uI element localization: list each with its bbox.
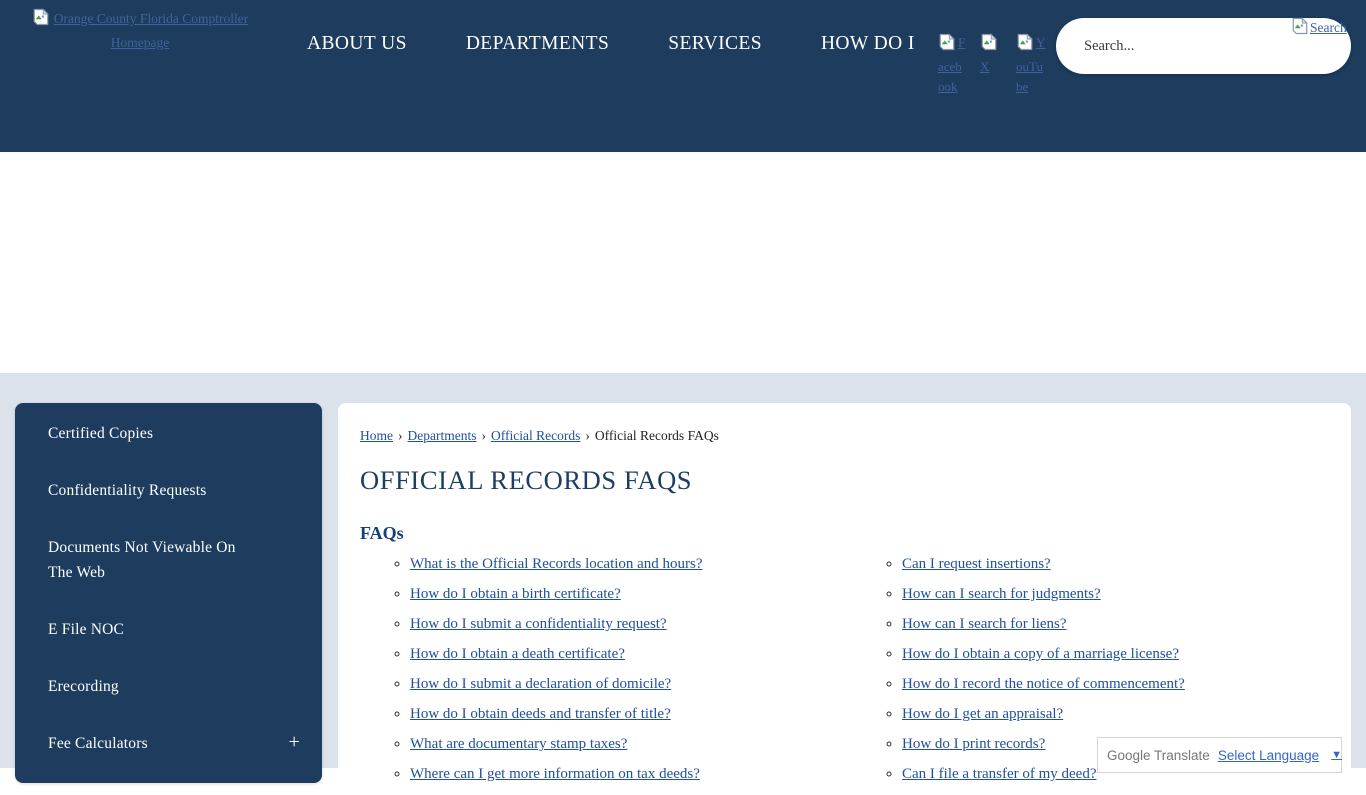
faq-link[interactable]: Where can I get more information on tax … (410, 766, 700, 782)
faq-link[interactable]: How do I print records? (902, 736, 1045, 752)
faq-link[interactable]: Can I request insertions? (902, 556, 1051, 572)
expand-plus-icon[interactable]: + (289, 731, 300, 753)
facebook-icon[interactable]: Facebook (938, 33, 967, 97)
faq-list-item: How do I record the notice of commenceme… (902, 675, 1329, 693)
main-nav: ABOUT US DEPARTMENTS SERVICES HOW DO I (307, 33, 915, 55)
social-links: Facebook X YouTube (938, 33, 1046, 97)
google-translate-label: Google Translate (1107, 748, 1210, 763)
sidebar-item-e-file-noc[interactable]: E File NOC (15, 601, 322, 658)
faq-column-left: What is the Official Records location an… (360, 555, 852, 795)
breadcrumb-separator: › (481, 428, 486, 443)
search-button[interactable]: Search (1291, 17, 1347, 39)
nav-item-services[interactable]: SERVICES (668, 33, 762, 55)
sidebar-item-erecording[interactable]: Erecording (15, 658, 322, 715)
search-input[interactable] (1082, 18, 1312, 74)
sidebar-item-label: E File NOC (48, 617, 124, 642)
breadcrumb-link-departments[interactable]: Departments (408, 428, 477, 443)
faq-link[interactable]: How do I submit a confidentiality reques… (410, 616, 667, 632)
x-icon[interactable]: X (980, 33, 1003, 77)
faq-list-item: How do I obtain deeds and transfer of ti… (410, 705, 852, 723)
sidebar-item-label: Documents Not Viewable On The Web (48, 535, 263, 585)
language-dropdown-arrow-icon[interactable]: ▼ (1331, 749, 1342, 761)
faq-list-item: Can I request insertions? (902, 555, 1329, 573)
sidebar-item-documents-not-viewable-on-the-web[interactable]: Documents Not Viewable On The Web (15, 519, 322, 601)
faq-list-item: How do I get an appraisal? (902, 705, 1329, 723)
page-title: OFFICIAL RECORDS FAQS (360, 465, 1329, 496)
sidebar-item-label: Confidentiality Requests (48, 478, 207, 503)
broken-image-icon (980, 39, 998, 54)
breadcrumb: Home › Departments › Official Records › Offici… (360, 428, 1329, 444)
faq-link[interactable]: How can I search for liens? (902, 616, 1067, 632)
sidebar-item-label: Fee Calculators (48, 731, 148, 756)
sidebar-item-label: Certified Copies (48, 421, 153, 446)
faq-link[interactable]: What is the Official Records location an… (410, 556, 703, 572)
breadcrumb-link-home[interactable]: Home (360, 428, 393, 443)
sidebar-item-label: Erecording (48, 674, 119, 699)
faq-list-item: How do I submit a confidentiality reques… (410, 615, 852, 633)
faq-list-item: What is the Official Records location an… (410, 555, 852, 573)
faq-link[interactable]: How do I obtain a death certificate? (410, 646, 625, 662)
faq-link[interactable]: How do I submit a declaration of domicil… (410, 676, 671, 692)
sidebar-item-confidentiality-requests[interactable]: Confidentiality Requests (15, 462, 322, 519)
sidebar-item-fee-calculators[interactable]: Fee Calculators + (15, 715, 322, 772)
faq-link[interactable]: How do I obtain a birth certificate? (410, 586, 621, 602)
broken-image-icon (32, 14, 50, 29)
nav-item-departments[interactable]: DEPARTMENTS (466, 33, 609, 55)
logo-alt-text: Orange County Florida Comptroller Homepa… (54, 11, 249, 50)
faq-list-item: How can I search for judgments? (902, 585, 1329, 603)
faq-list-item: How do I submit a declaration of domicil… (410, 675, 852, 693)
faq-link[interactable]: How do I record the notice of commenceme… (902, 676, 1185, 692)
breadcrumb-separator: › (585, 428, 590, 443)
broken-image-icon (1016, 39, 1034, 54)
search-button-label: Search (1310, 20, 1347, 35)
breadcrumb-separator: › (398, 428, 403, 443)
faq-list-item: How do I obtain a copy of a marriage lic… (902, 645, 1329, 663)
faq-section-heading: FAQs (360, 523, 1329, 544)
faq-link[interactable]: How do I obtain a copy of a marriage lic… (902, 646, 1179, 662)
broken-image-icon (938, 39, 956, 54)
faq-list-item: How do I obtain a death certificate? (410, 645, 852, 663)
faq-list-item: How can I search for liens? (902, 615, 1329, 633)
breadcrumb-current: Official Records FAQs (595, 428, 719, 443)
faq-list-item: How do I obtain a birth certificate? (410, 585, 852, 603)
site-header: Orange County Florida Comptroller Homepa… (0, 0, 1366, 152)
sidebar-item-certified-copies[interactable]: Certified Copies (15, 405, 322, 462)
faq-list-item: What are documentary stamp taxes? (410, 735, 852, 753)
youtube-icon[interactable]: YouTube (1016, 33, 1046, 97)
faq-link[interactable]: How do I obtain deeds and transfer of ti… (410, 706, 671, 722)
select-language-link[interactable]: Select Language (1218, 748, 1319, 763)
breadcrumb-link-official-records[interactable]: Official Records (491, 428, 580, 443)
sidebar-nav: Certified Copies Confidentiality Requests… (15, 403, 322, 783)
homepage-logo-link[interactable]: Orange County Florida Comptroller Homepa… (14, 8, 266, 53)
faq-link[interactable]: Can I file a transfer of my deed? (902, 766, 1097, 782)
main-content-card: Home › Departments › Official Records › Offici… (338, 403, 1351, 783)
nav-item-how-do-i[interactable]: HOW DO I (821, 33, 915, 55)
faq-link[interactable]: How do I get an appraisal? (902, 706, 1063, 722)
faq-link[interactable]: How can I search for judgments? (902, 586, 1101, 602)
nav-item-about-us[interactable]: ABOUT US (307, 33, 407, 55)
faq-link[interactable]: What are documentary stamp taxes? (410, 736, 627, 752)
broken-image-icon (1291, 23, 1309, 38)
